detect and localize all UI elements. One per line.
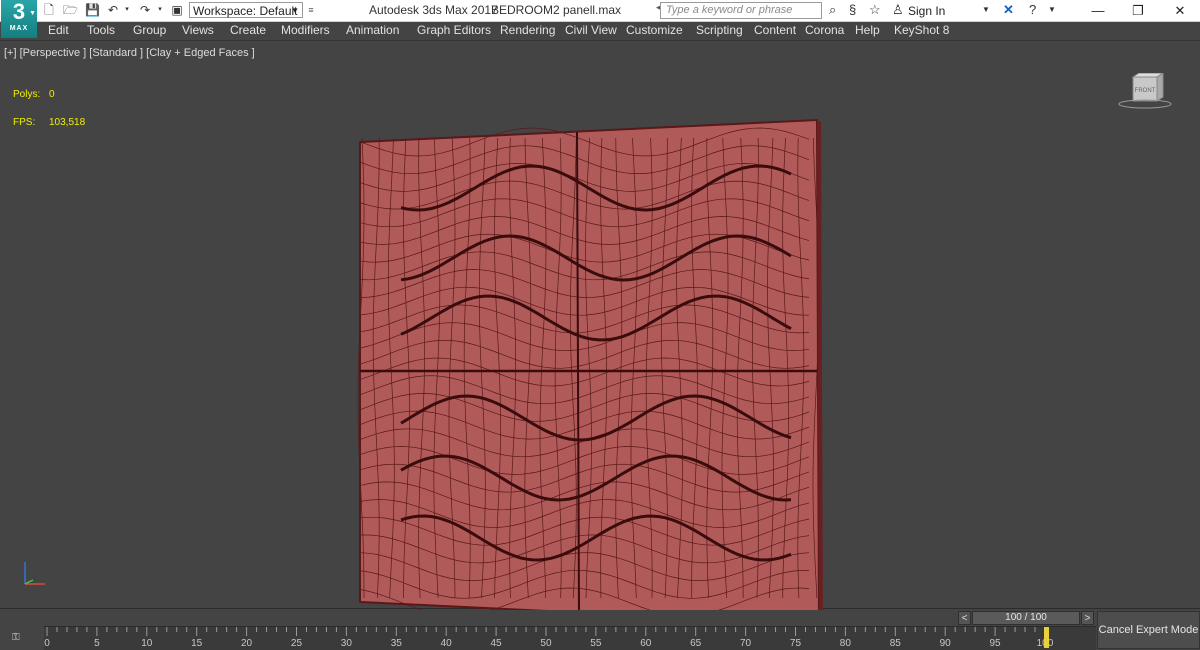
minimize-icon[interactable]: —: [1081, 0, 1115, 21]
undo-dropdown-icon[interactable]: ▾: [120, 3, 134, 17]
menu-create[interactable]: Create: [230, 23, 266, 37]
redo-dropdown-icon[interactable]: ▾: [153, 3, 167, 17]
menu-scripting[interactable]: Scripting: [696, 23, 743, 37]
timeline-tick-label: 35: [390, 638, 402, 649]
fps-label: FPS:: [13, 117, 36, 128]
project-folder-icon[interactable]: ▣: [170, 3, 184, 17]
wave-panel-mesh[interactable]: [355, 118, 825, 628]
timeline-tick-label: 15: [191, 638, 203, 649]
timeline-tick-label: 10: [141, 638, 153, 649]
timeline-tick-label: 55: [590, 638, 602, 649]
timeline-tick-label: 0: [44, 638, 50, 649]
sign-in-button[interactable]: Sign In: [908, 4, 945, 18]
sign-in-dropdown-icon[interactable]: ▼: [982, 3, 990, 17]
cancel-expert-mode-button[interactable]: Cancel Expert Mode: [1097, 611, 1200, 649]
quick-access-customize-icon[interactable]: ≡: [306, 2, 316, 18]
menu-customize[interactable]: Customize: [626, 23, 683, 37]
polys-value: 0: [49, 89, 55, 100]
redo-icon[interactable]: ↷: [138, 3, 152, 17]
timeline-tick-label: 50: [540, 638, 552, 649]
user-icon: ♙: [892, 2, 904, 17]
open-file-icon[interactable]: 🗁: [63, 3, 78, 17]
time-slider[interactable]: 100 / 100: [972, 611, 1080, 625]
workspace-dropdown[interactable]: Workspace: Default ▼: [189, 2, 303, 18]
viewport-label-menu[interactable]: [+] [Perspective ] [Standard ] [Clay + E…: [4, 47, 255, 59]
restore-icon[interactable]: ❐: [1121, 0, 1155, 21]
undo-icon[interactable]: ↶: [106, 3, 120, 17]
timeline-tick-label: 30: [340, 638, 352, 649]
polys-label: Polys:: [13, 89, 41, 100]
timeline-tick-label: 70: [740, 638, 752, 649]
app-title: Autodesk 3ds Max 2017: [369, 3, 498, 17]
current-frame-marker[interactable]: [1044, 627, 1049, 648]
timeline-tick-label: 90: [939, 638, 951, 649]
timeline-tick-label: 40: [440, 638, 452, 649]
menu-civil-view[interactable]: Civil View: [565, 23, 617, 37]
close-icon[interactable]: ✕: [1163, 0, 1197, 21]
prev-frame-button[interactable]: <: [958, 611, 971, 625]
timeline-tick-label: 95: [989, 638, 1001, 649]
timeline-tick-label: 20: [241, 638, 253, 649]
exchange-apps-icon[interactable]: ✕: [1003, 3, 1014, 17]
help-icon[interactable]: ?: [1029, 3, 1036, 17]
chevron-down-icon: ▼: [291, 6, 299, 15]
menu-help[interactable]: Help: [855, 23, 880, 37]
search-input[interactable]: Type a keyword or phrase: [660, 2, 822, 19]
binoculars-icon[interactable]: ⌕: [829, 3, 836, 17]
timeline-tick-label: 45: [490, 638, 502, 649]
menu-rendering[interactable]: Rendering: [500, 23, 555, 37]
logo-caret-icon: ▼: [29, 10, 36, 17]
timeline-tick-label: 80: [839, 638, 851, 649]
timeline-tick-label: 85: [889, 638, 901, 649]
fps-value: 103,518: [49, 117, 86, 128]
timeline-tick-label: 5: [94, 638, 100, 649]
timeline-tick-label: 75: [789, 638, 802, 649]
axis-tripod-icon: [24, 562, 45, 585]
key-mode-icon[interactable]: ⚿: [12, 632, 20, 643]
menu-corona[interactable]: Corona: [805, 23, 844, 37]
app-logo-button[interactable]: 3 MAX ▼: [1, 0, 37, 38]
next-frame-button[interactable]: >: [1081, 611, 1094, 625]
logo-text: MAX: [9, 25, 29, 32]
menu-edit[interactable]: Edit: [48, 23, 69, 37]
help-dropdown-icon[interactable]: ▼: [1048, 3, 1056, 17]
menu-graph-editors[interactable]: Graph Editors: [417, 23, 491, 37]
new-file-icon[interactable]: 🗋: [42, 3, 56, 17]
file-name: BEDROOM2 panell.max: [491, 3, 622, 17]
menu-animation[interactable]: Animation: [346, 23, 399, 37]
save-file-icon[interactable]: 💾: [85, 3, 100, 17]
menu-modifiers[interactable]: Modifiers: [281, 23, 330, 37]
title-bar: 3 MAX ▼ 🗋 🗁 💾 ↶ ▾ ↷ ▾ ▣ Workspace: Defau…: [0, 0, 1200, 38]
viewcube-icon[interactable]: FRONT: [1117, 73, 1173, 109]
menu-keyshot[interactable]: KeyShot 8: [894, 23, 949, 37]
menu-views[interactable]: Views: [182, 23, 214, 37]
timeline-tick-label: 65: [690, 638, 702, 649]
menu-content[interactable]: Content: [754, 23, 796, 37]
workspace-label: Workspace: Default: [193, 4, 298, 18]
menu-group[interactable]: Group: [133, 23, 166, 37]
timeline-tick-label: 25: [290, 638, 303, 649]
favorites-star-icon[interactable]: ☆: [869, 3, 881, 17]
perspective-viewport[interactable]: [+] [Perspective ] [Standard ] [Clay + E…: [0, 40, 1200, 626]
menu-bar: Edit Tools Group Views Create Modifiers …: [0, 22, 1200, 39]
menu-tools[interactable]: Tools: [87, 23, 115, 37]
subscription-icon[interactable]: §: [849, 3, 856, 17]
viewcube-label: FRONT: [1135, 88, 1156, 94]
timeline-tick-label: 60: [640, 638, 652, 649]
